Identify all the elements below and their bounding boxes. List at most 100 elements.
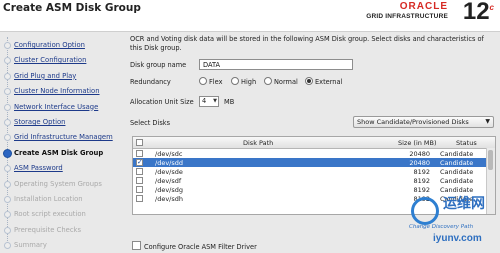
cell-path: /dev/sdf <box>155 177 182 185</box>
sidebar-step[interactable]: Network Interface Usage <box>0 101 128 115</box>
cell-status: Candidate <box>440 177 474 185</box>
allocation-unit: MB <box>224 98 235 106</box>
table-row[interactable]: /dev/sdd 20480 Candidate <box>133 158 487 167</box>
cell-status: Candidate <box>440 168 474 176</box>
watermark-circle-icon <box>411 197 439 225</box>
chevron-down-icon: ▼ <box>213 98 217 104</box>
cell-status: Candidate <box>440 150 474 158</box>
table-header: Disk Path Size (in MB) Status <box>133 137 495 149</box>
sidebar-step[interactable]: ASM Password <box>0 162 128 176</box>
step-indicator-icon <box>4 226 11 234</box>
cell-status: Candidate <box>440 159 474 167</box>
step-indicator-icon <box>4 88 11 96</box>
col-disk-path: Disk Path <box>243 139 274 147</box>
row-checkbox[interactable] <box>136 158 143 166</box>
version-badge: 12c <box>462 0 494 25</box>
watermark-cn: 运维网 <box>443 196 485 212</box>
step-label: Operating System Groups <box>14 179 102 188</box>
col-status: Status <box>456 139 477 147</box>
sidebar-step: Operating System Groups <box>0 178 128 192</box>
row-checkbox[interactable] <box>136 177 143 184</box>
redundancy-label: Redundancy <box>130 78 171 86</box>
step-indicator-icon <box>4 180 11 188</box>
cell-size: 8192 <box>413 177 430 185</box>
col-size: Size (in MB) <box>398 139 437 147</box>
row-checkbox[interactable] <box>136 150 143 157</box>
sidebar-step: Root script execution <box>0 208 128 222</box>
step-label: Installation Location <box>14 195 83 203</box>
cell-path: /dev/sdg <box>155 186 183 194</box>
step-indicator-icon <box>3 148 12 158</box>
sidebar-step[interactable]: Cluster Node Information <box>0 85 128 99</box>
radio-high-icon <box>231 77 239 85</box>
disk-group-name-field[interactable]: DATA <box>199 59 353 70</box>
step-indicator-icon <box>4 211 11 219</box>
scrollbar-thumb[interactable] <box>488 150 493 170</box>
wizard-steps: Configuration Option Cluster Configuratio… <box>0 32 128 251</box>
radio-high[interactable]: High <box>231 77 256 86</box>
allocation-label: Allocation Unit Size <box>130 98 194 106</box>
sidebar-step[interactable]: Configuration Option <box>0 39 128 53</box>
allocation-size-select[interactable]: 4 ▼ <box>199 96 219 107</box>
radio-external-icon <box>305 77 313 85</box>
step-label: Grid Plug and Play <box>14 71 77 80</box>
radio-normal-icon <box>264 77 272 85</box>
description-text: OCR and Voting disk data will be stored … <box>130 35 484 52</box>
radio-flex[interactable]: Flex <box>199 77 222 86</box>
row-checkbox[interactable] <box>136 168 143 175</box>
sidebar-step[interactable]: Cluster Configuration <box>0 54 128 68</box>
filter-driver-checkbox[interactable]: Configure Oracle ASM Filter Driver <box>132 241 257 251</box>
table-row[interactable]: /dev/sdc 20480 Candidate <box>133 149 487 158</box>
step-indicator-icon <box>4 119 11 126</box>
watermark-logo: 运维网 Change Discovery Path iyunv.com <box>409 191 497 247</box>
cell-size: 20480 <box>409 159 430 167</box>
cell-size: 8192 <box>413 168 430 176</box>
step-indicator-icon <box>4 165 11 173</box>
step-label: Cluster Node Information <box>14 87 100 96</box>
checkbox-icon <box>132 241 141 250</box>
sidebar-step[interactable]: Storage Option <box>0 116 128 130</box>
row-checkbox[interactable] <box>136 186 143 193</box>
sidebar-step: Installation Location <box>0 193 128 207</box>
step-label: Create ASM Disk Group <box>14 148 104 157</box>
step-label: Summary <box>14 241 47 250</box>
product-name: GRID INFRASTRUCTURE <box>366 13 448 20</box>
select-all-checkbox[interactable] <box>136 139 143 146</box>
watermark-url: iyunv.com <box>433 233 482 244</box>
table-row[interactable]: /dev/sdf 8192 Candidate <box>133 176 487 185</box>
select-disks-label: Select Disks <box>130 119 171 127</box>
step-indicator-icon <box>4 196 11 203</box>
page-title: Create ASM Disk Group <box>3 2 141 14</box>
step-indicator-icon <box>4 42 11 49</box>
sidebar-step[interactable]: Grid Plug and Play <box>0 70 128 84</box>
chevron-down-icon: ▼ <box>485 118 490 125</box>
radio-normal[interactable]: Normal <box>264 77 298 86</box>
step-label: Prerequisite Checks <box>14 225 82 234</box>
step-indicator-icon <box>4 103 11 111</box>
sidebar-step: Prerequisite Checks <box>0 224 128 238</box>
sidebar-step[interactable]: Create ASM Disk Group <box>0 147 128 161</box>
step-label: Network Interface Usage <box>14 102 99 111</box>
cell-path: /dev/sde <box>155 168 183 176</box>
cell-size: 20480 <box>409 150 430 158</box>
radio-flex-icon <box>199 77 207 85</box>
cell-path: /dev/sdc <box>155 150 183 158</box>
disk-group-label: Disk group name <box>130 61 187 69</box>
step-label: Grid Infrastructure Managem <box>14 133 113 142</box>
watermark-tagline: Change Discovery Path <box>409 224 474 230</box>
table-row[interactable]: /dev/sde 8192 Candidate <box>133 167 487 176</box>
step-indicator-icon <box>4 134 11 142</box>
step-label: Configuration Option <box>14 41 85 49</box>
disk-filter-select[interactable]: Show Candidate/Provisioned Disks ▼ <box>353 116 494 128</box>
step-label: Cluster Configuration <box>14 56 87 65</box>
oracle-logo: ORACLE <box>399 1 448 12</box>
radio-external[interactable]: External <box>305 77 342 86</box>
step-indicator-icon <box>4 57 11 65</box>
step-label: Storage Option <box>14 118 66 126</box>
row-checkbox[interactable] <box>136 195 143 202</box>
sidebar-step[interactable]: Grid Infrastructure Managem <box>0 131 128 145</box>
header-bar: Create ASM Disk Group ORACLE GRID INFRAS… <box>0 0 500 32</box>
cell-path: /dev/sdh <box>155 195 183 203</box>
cell-path: /dev/sdd <box>155 159 183 167</box>
step-label: Root script execution <box>14 210 86 219</box>
